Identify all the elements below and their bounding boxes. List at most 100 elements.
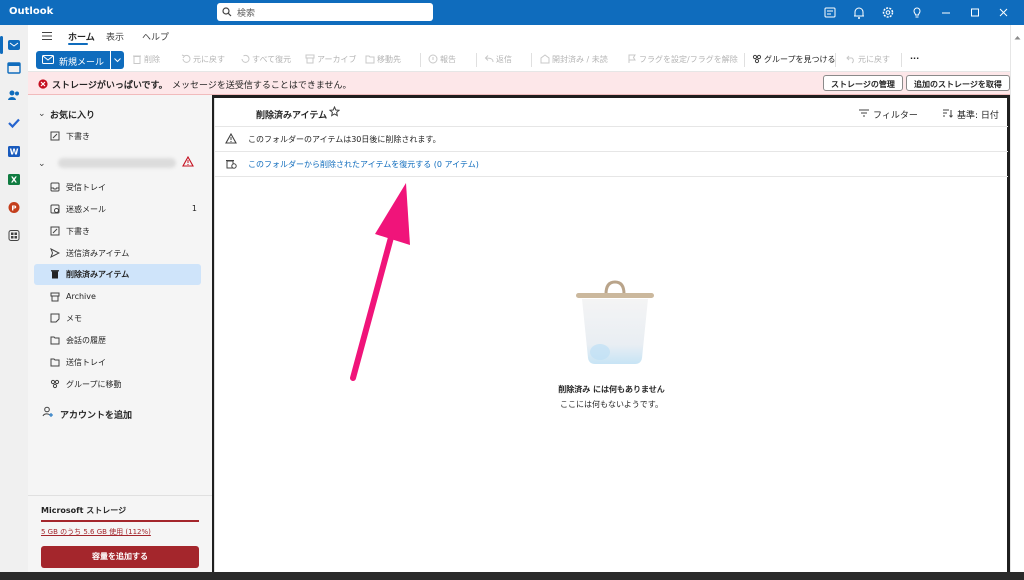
lightbulb-icon[interactable]	[909, 5, 925, 20]
storage-usage-link[interactable]: 5 GB のうち 5.6 GB 使用 (112%)	[41, 527, 151, 537]
folder-conversation-history[interactable]: 会話の履歴	[34, 330, 201, 351]
ribbon-separator	[531, 53, 532, 67]
warning-icon[interactable]	[182, 156, 194, 167]
active-tab-indicator	[68, 43, 88, 45]
ribbon-separator	[476, 53, 477, 67]
get-more-storage-button[interactable]: 追加のストレージを取得	[906, 75, 1010, 91]
favorites-header[interactable]: お気に入り	[50, 108, 95, 121]
hamburger-menu-icon[interactable]	[41, 31, 53, 41]
folder-drafts[interactable]: 下書き	[34, 221, 201, 242]
reply-icon	[484, 55, 494, 63]
new-mail-label: 新規メール	[59, 58, 105, 68]
reply-label: 返信	[496, 55, 512, 64]
maximize-icon[interactable]	[967, 5, 983, 20]
window-scrollbar[interactable]	[1010, 25, 1024, 580]
search-box[interactable]: 検索	[217, 3, 433, 21]
unread-count: 1	[191, 204, 197, 213]
error-icon	[38, 79, 48, 89]
trash-icon	[133, 55, 141, 64]
restore-all-label: すべて復元	[252, 55, 292, 64]
excel-icon[interactable]: X	[5, 171, 23, 187]
folder-sent[interactable]: 送信済みアイテム	[34, 243, 201, 264]
retention-info-row: このフォルダーのアイテムは30日後に削除されます。	[215, 126, 1008, 151]
chevron-down-icon[interactable]: ⌄	[38, 109, 46, 119]
add-storage-button[interactable]: 容量を追加する	[41, 546, 199, 568]
sort-button[interactable]: 基準: 日付	[943, 108, 999, 121]
gear-icon[interactable]	[880, 5, 896, 20]
add-account-link[interactable]: アカウントを追加	[60, 408, 132, 421]
more-options-button[interactable]: ···	[910, 54, 919, 63]
shield-report-icon	[428, 54, 438, 64]
ribbon-separator	[744, 53, 745, 67]
tab-help[interactable]: ヘルプ	[142, 30, 169, 43]
apps-icon[interactable]	[5, 227, 23, 243]
message-list-pane: 削除済みアイテム フィルター 基準: 日付 このフォルダーのアイテムは30日後に…	[214, 98, 1008, 580]
storage-usage-bar	[41, 520, 199, 522]
filter-icon	[859, 109, 869, 117]
tab-home[interactable]: ホーム	[68, 30, 95, 43]
folder-archive[interactable]: Archive	[34, 287, 201, 308]
recover-deleted-icon	[226, 160, 237, 169]
junk-icon	[50, 204, 60, 214]
title-bar: Outlook 検索	[0, 0, 1024, 25]
scroll-up-icon[interactable]	[1014, 35, 1021, 40]
close-icon[interactable]	[996, 5, 1012, 20]
sort-label: 基準: 日付	[957, 111, 999, 121]
folder-deleted-items[interactable]: 削除済みアイテム	[34, 264, 201, 285]
folder-label: 会話の履歴	[66, 336, 106, 345]
tab-view[interactable]: 表示	[106, 30, 124, 43]
chevron-down-icon	[114, 58, 121, 63]
archive-icon	[305, 54, 315, 64]
go-to-groups[interactable]: グループに移動	[34, 374, 201, 395]
manage-storage-button[interactable]: ストレージの管理	[823, 75, 903, 91]
storage-panel: Microsoft ストレージ 5 GB のうち 5.6 GB 使用 (112%…	[28, 495, 212, 580]
powerpoint-icon[interactable]: P	[5, 199, 23, 215]
folder-label: 送信済みアイテム	[66, 249, 130, 258]
folder-inbox[interactable]: 受信トレイ	[34, 177, 201, 198]
app-title: Outlook	[9, 6, 54, 17]
folder-label: メモ	[66, 314, 82, 323]
folder-pane: ⌄ お気に入り 下書き ⌄ 受信トレイ 迷惑メール 1 下書き 送信済みアイテム…	[28, 95, 212, 580]
folder-junk[interactable]: 迷惑メール 1	[34, 199, 201, 220]
folder-label: 下書き	[66, 132, 90, 141]
report-label: 報告	[440, 55, 456, 64]
pencil-icon	[50, 131, 60, 141]
archive-icon	[50, 292, 60, 302]
star-icon[interactable]	[329, 106, 340, 117]
add-person-icon[interactable]	[42, 406, 54, 418]
folder-outbox[interactable]: 送信トレイ	[34, 352, 201, 373]
my-day-icon[interactable]	[822, 5, 838, 20]
row-divider	[215, 176, 1008, 177]
warning-icon	[225, 133, 237, 144]
archive-label: アーカイブ	[317, 55, 357, 64]
new-mail-dropdown[interactable]	[111, 51, 124, 69]
filter-label: フィルター	[873, 111, 918, 121]
banner-title: ストレージがいっぱいです。	[52, 81, 168, 91]
word-icon[interactable]: W	[5, 143, 23, 159]
mail-icon[interactable]	[5, 37, 23, 53]
folder-icon	[50, 336, 60, 345]
ribbon-separator	[835, 53, 836, 67]
storage-full-banner: ストレージがいっぱいです。 メッセージを送受信することはできません。 ストレージ…	[28, 72, 1010, 95]
envelope-icon	[42, 55, 54, 64]
empty-state-subtitle: ここには何もないようです。	[559, 400, 664, 409]
undo-arrow-icon	[181, 54, 191, 63]
folder-notes[interactable]: メモ	[34, 308, 201, 329]
filter-button[interactable]: フィルター	[859, 108, 918, 121]
chevron-down-icon[interactable]: ⌄	[38, 159, 46, 169]
trash-icon	[51, 270, 59, 279]
bell-icon[interactable]	[851, 5, 867, 20]
recover-deleted-link[interactable]: このフォルダーから削除されたアイテムを復元する (0 アイテム)	[248, 159, 479, 170]
minimize-icon[interactable]	[938, 5, 954, 20]
calendar-icon[interactable]	[5, 60, 23, 76]
new-mail-button[interactable]: 新規メール	[36, 51, 110, 69]
people-icon[interactable]	[5, 87, 23, 103]
recover-items-row[interactable]: このフォルダーから削除されたアイテムを復元する (0 アイテム)	[215, 151, 1008, 176]
favorites-item-drafts[interactable]: 下書き	[34, 126, 201, 147]
empty-state-title: 削除済み には何もありません	[558, 385, 665, 394]
folder-title: 削除済みアイテム	[256, 111, 328, 121]
retention-info-text: このフォルダーのアイテムは30日後に削除されます。	[248, 135, 441, 144]
undo-label: 元に戻す	[858, 55, 890, 64]
todo-icon[interactable]	[5, 115, 23, 131]
inbox-icon	[50, 182, 60, 192]
